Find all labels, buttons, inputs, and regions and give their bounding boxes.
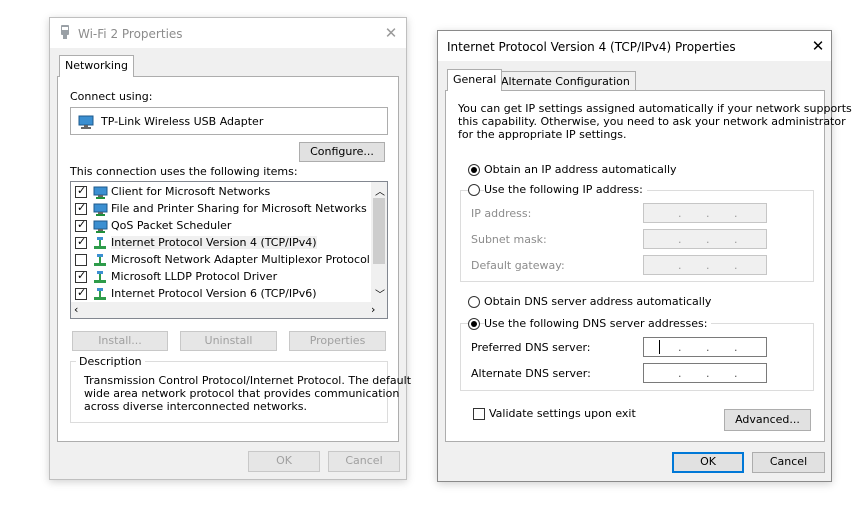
- components-list[interactable]: ✓ Client for Microsoft Networks ✓ File and …: [70, 181, 388, 319]
- item-checkbox[interactable]: ✓: [75, 286, 87, 300]
- alternate-dns-label: Alternate DNS server:: [471, 367, 591, 380]
- obtain-dns-radio[interactable]: [468, 296, 480, 308]
- network-component-icon: [93, 254, 107, 266]
- network-component-icon: [93, 288, 107, 300]
- network-component-icon: [93, 186, 108, 199]
- advanced-button[interactable]: Advanced...: [724, 409, 811, 431]
- scroll-left-icon[interactable]: ‹: [74, 303, 78, 316]
- wifi-properties-window: Wi-Fi 2 Properties ✕ Networking Connect …: [49, 17, 411, 480]
- scroll-thumb[interactable]: [373, 198, 385, 264]
- list-item-label: Microsoft LLDP Protocol Driver: [111, 270, 278, 283]
- adapter-name: TP-Link Wireless USB Adapter: [101, 115, 264, 128]
- vertical-scrollbar[interactable]: ︿ ﹀: [371, 182, 387, 302]
- configure-button[interactable]: Configure...: [299, 142, 385, 162]
- close-icon[interactable]: ✕: [808, 36, 828, 56]
- item-checkbox[interactable]: ✓: [75, 184, 87, 198]
- item-checkbox[interactable]: ✓: [75, 201, 87, 215]
- list-item[interactable]: ✓ Internet Protocol Version 4 (TCP/IPv4): [73, 235, 369, 251]
- description-line-3: across diverse interconnected networks.: [84, 400, 307, 413]
- alternate-dns-field[interactable]: ...: [643, 363, 767, 383]
- default-gateway-label: Default gateway:: [471, 259, 565, 272]
- adapter-icon: [78, 115, 94, 132]
- list-item-label: Client for Microsoft Networks: [111, 185, 271, 198]
- use-dns-radio[interactable]: [468, 318, 480, 330]
- default-gateway-field[interactable]: ...: [643, 255, 767, 275]
- window-title: Internet Protocol Version 4 (TCP/IPv4) P…: [447, 40, 736, 54]
- items-label: This connection uses the following items…: [70, 165, 298, 178]
- adapter-field: TP-Link Wireless USB Adapter: [70, 107, 388, 135]
- preferred-dns-label: Preferred DNS server:: [471, 341, 591, 354]
- preferred-dns-field[interactable]: ...: [643, 337, 767, 357]
- info-line-2: this capability. Otherwise, you need to …: [458, 115, 846, 128]
- item-checkbox[interactable]: ✓: [75, 269, 87, 283]
- list-item-label: File and Printer Sharing for Microsoft N…: [111, 202, 367, 215]
- list-item-label: Internet Protocol Version 6 (TCP/IPv6): [111, 287, 317, 300]
- list-item[interactable]: Microsoft Network Adapter Multiplexor Pr…: [73, 252, 370, 268]
- list-item-label: Internet Protocol Version 4 (TCP/IPv4): [111, 236, 317, 249]
- description-line-2: wide area network protocol that provides…: [84, 387, 400, 400]
- tab-networking[interactable]: Networking: [59, 55, 134, 77]
- list-item[interactable]: ✓ Internet Protocol Version 6 (TCP/IPv6): [73, 286, 369, 302]
- list-item[interactable]: ✓ QoS Packet Scheduler: [73, 218, 369, 234]
- validate-label[interactable]: Validate settings upon exit: [489, 407, 636, 420]
- use-ip-radio[interactable]: [468, 184, 480, 196]
- subnet-mask-field[interactable]: ...: [643, 229, 767, 249]
- list-item-label: QoS Packet Scheduler: [111, 219, 232, 232]
- scroll-right-icon[interactable]: ›: [371, 303, 375, 316]
- description-line-1: Transmission Control Protocol/Internet P…: [84, 374, 412, 387]
- network-component-icon: [93, 237, 107, 249]
- info-line-1: You can get IP settings assigned automat…: [458, 102, 852, 115]
- title-bar: Internet Protocol Version 4 (TCP/IPv4) P…: [438, 31, 831, 61]
- tab-general[interactable]: General: [447, 69, 503, 91]
- scroll-up-icon[interactable]: ︿: [375, 183, 385, 198]
- text-cursor: [659, 340, 660, 354]
- ip-address-field[interactable]: ...: [643, 203, 767, 223]
- obtain-ip-radio[interactable]: [468, 164, 480, 176]
- description-label: Description: [76, 355, 145, 368]
- list-item[interactable]: ✓ File and Printer Sharing for Microsoft …: [73, 201, 369, 217]
- subnet-mask-label: Subnet mask:: [471, 233, 547, 246]
- ok-button[interactable]: OK: [248, 451, 320, 472]
- cancel-button[interactable]: Cancel: [752, 452, 825, 473]
- list-item[interactable]: ✓ Microsoft LLDP Protocol Driver: [73, 269, 369, 285]
- ip-address-label: IP address:: [471, 207, 532, 220]
- horizontal-scrollbar[interactable]: ‹ ›: [71, 302, 387, 318]
- scroll-down-icon[interactable]: ﹀: [375, 286, 385, 301]
- tab-alternate-configuration[interactable]: Alternate Configuration: [495, 71, 636, 90]
- list-item[interactable]: ✓ Client for Microsoft Networks: [73, 184, 369, 200]
- use-dns-label[interactable]: Use the following DNS server addresses:: [484, 317, 712, 330]
- title-bar: Wi-Fi 2 Properties ✕: [50, 18, 406, 48]
- obtain-dns-label[interactable]: Obtain DNS server address automatically: [484, 295, 711, 308]
- network-component-icon: [93, 220, 108, 233]
- connect-using-label: Connect using:: [70, 90, 153, 103]
- close-icon[interactable]: ✕: [381, 23, 401, 43]
- properties-button[interactable]: Properties: [289, 331, 386, 351]
- networking-panel: Connect using: TP-Link Wireless USB Adap…: [57, 76, 411, 442]
- uninstall-button[interactable]: Uninstall: [180, 331, 277, 351]
- ipv4-properties-window: Internet Protocol Version 4 (TCP/IPv4) P…: [437, 30, 852, 482]
- install-button[interactable]: Install...: [72, 331, 168, 351]
- network-adapter-icon: [59, 25, 71, 44]
- item-checkbox[interactable]: ✓: [75, 218, 87, 232]
- use-ip-label[interactable]: Use the following IP address:: [484, 183, 647, 196]
- window-title: Wi-Fi 2 Properties: [78, 27, 183, 41]
- obtain-ip-label[interactable]: Obtain an IP address automatically: [484, 163, 677, 176]
- network-component-icon: [93, 203, 108, 216]
- ok-button[interactable]: OK: [672, 452, 744, 473]
- validate-checkbox[interactable]: [473, 408, 485, 420]
- item-checkbox[interactable]: ✓: [75, 235, 87, 249]
- list-item-label: Microsoft Network Adapter Multiplexor Pr…: [111, 253, 370, 266]
- general-panel: You can get IP settings assigned automat…: [445, 90, 852, 442]
- network-component-icon: [93, 271, 107, 283]
- info-line-3: for the appropriate IP settings.: [458, 128, 627, 141]
- cancel-button[interactable]: Cancel: [328, 451, 400, 472]
- item-checkbox[interactable]: [75, 254, 87, 266]
